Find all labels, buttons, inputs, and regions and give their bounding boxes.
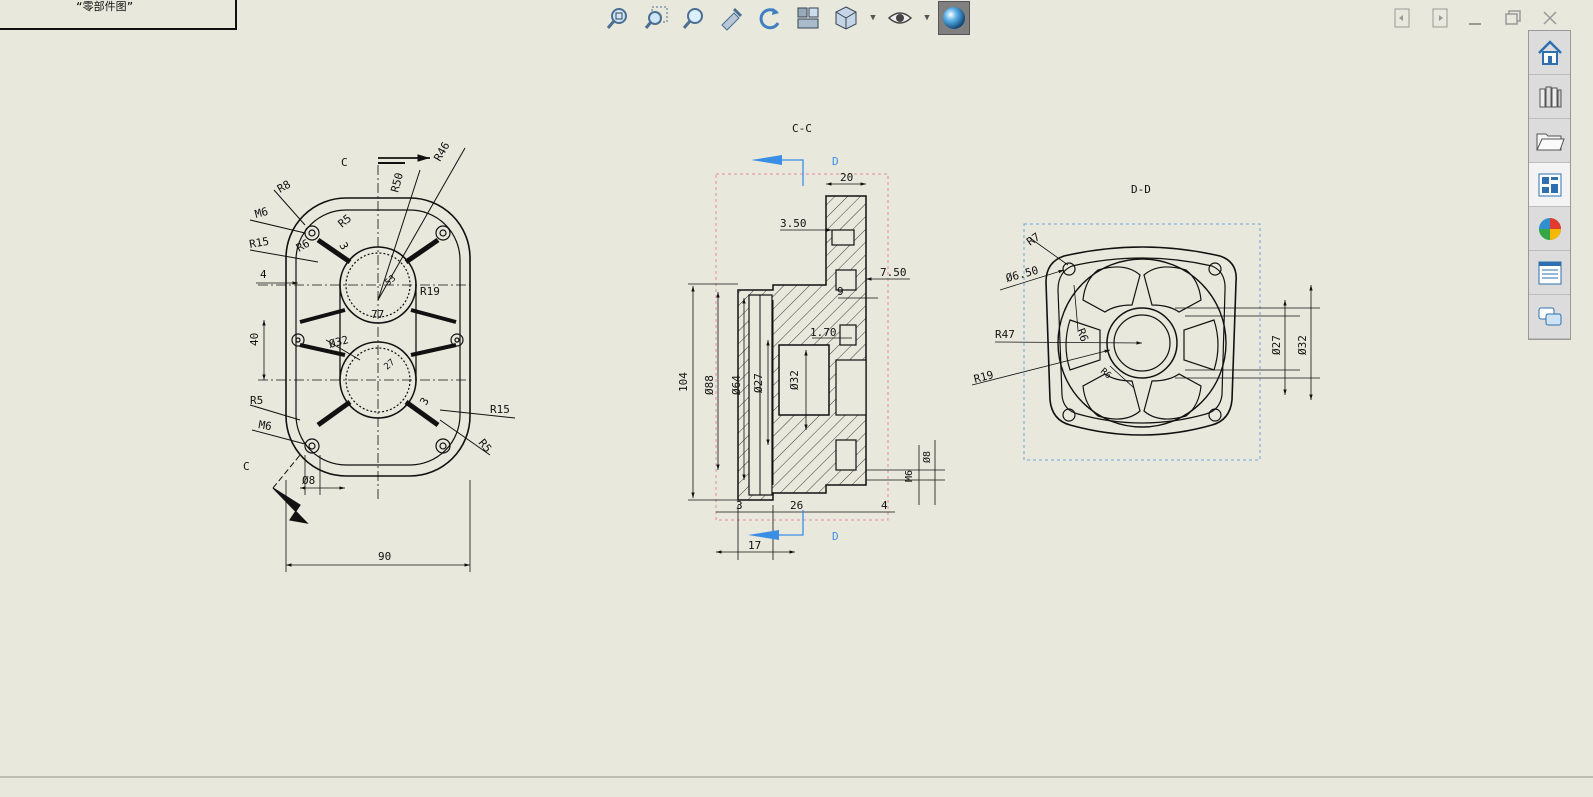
- dim-r8: R8: [275, 178, 293, 196]
- section-title-cc: C-C: [792, 122, 812, 135]
- section-view-dd-labels: D-D R7 Ø6.50 R6 R47 R19 R6 Ø27 Ø32: [972, 183, 1309, 386]
- dim-d32-dd: Ø32: [1296, 335, 1309, 355]
- dim-9: 9: [837, 285, 844, 298]
- dim-r6b-dd: R6: [1098, 367, 1113, 382]
- section-view-cc[interactable]: [688, 155, 945, 560]
- dim-d8-section: Ø8: [921, 451, 933, 463]
- dim-90: 90: [378, 550, 391, 563]
- home-icon: [1537, 39, 1562, 65]
- view-label-c: C: [341, 156, 348, 169]
- dim-d27: Ø27: [752, 373, 765, 393]
- tab-appearances[interactable]: [1529, 207, 1570, 251]
- dim-4: 4: [260, 268, 267, 281]
- dim-r5b: R5: [250, 394, 263, 407]
- dim-r5d: R5: [476, 437, 494, 456]
- dim-d88: Ø88: [703, 375, 716, 395]
- dim-3b: 3: [417, 395, 432, 407]
- close-icon: [1543, 11, 1557, 25]
- dim-4-section: 4: [881, 499, 888, 512]
- tab-forum[interactable]: [1529, 295, 1570, 339]
- dim-m6a: M6: [253, 205, 269, 221]
- tab-view-palette[interactable]: [1529, 163, 1570, 207]
- section-arrow-label-d-top: D: [832, 155, 839, 168]
- dim-r5a: R5: [336, 212, 355, 230]
- section-view-dd[interactable]: [971, 223, 1320, 461]
- dim-m6b: M6: [257, 418, 272, 433]
- dim-m6-section: M6: [904, 470, 915, 482]
- dim-1-70: 1.70: [810, 326, 837, 339]
- tab-design-library[interactable]: [1529, 75, 1570, 119]
- dim-d27-dd: Ø27: [1270, 335, 1283, 355]
- dim-77: 77: [371, 308, 384, 321]
- tab-file-explorer[interactable]: [1529, 119, 1570, 163]
- dim-r50: R50: [388, 171, 406, 194]
- dim-3a: 3: [336, 240, 351, 252]
- dim-d32-section: Ø32: [788, 370, 801, 390]
- dim-r47: R47: [995, 328, 1015, 341]
- dim-7-50: 7.50: [880, 266, 907, 279]
- view-palette-icon: [1538, 173, 1561, 196]
- front-view[interactable]: [249, 147, 516, 572]
- tab-custom-properties[interactable]: [1529, 251, 1570, 295]
- appearance-icon: [1538, 217, 1561, 240]
- dim-r7: R7: [1024, 230, 1042, 248]
- section-title-dd: D-D: [1131, 183, 1151, 196]
- status-bar-divider: [0, 776, 1593, 778]
- dim-d32: Ø32: [327, 333, 350, 351]
- folder-icon: [1535, 133, 1565, 150]
- dim-17: 17: [748, 539, 761, 552]
- task-pane: [1528, 30, 1571, 340]
- dim-r15b: R15: [490, 403, 510, 416]
- dim-r6-dd: R6: [1074, 327, 1091, 344]
- drawing-sheet[interactable]: C C R46 R50 R8 R5 M6 R6 R15 3 4 53 R19 7…: [0, 0, 1520, 797]
- section-arrow-label-d-bottom: D: [832, 530, 839, 543]
- dim-104: 104: [677, 372, 690, 392]
- dim-r15a: R15: [248, 235, 270, 251]
- dim-r19: R19: [420, 285, 440, 298]
- dim-d64: Ø64: [730, 375, 743, 395]
- section-arrow-label-c: C: [243, 460, 250, 473]
- dim-26: 26: [790, 499, 803, 512]
- close-button[interactable]: [1538, 6, 1562, 30]
- forum-icon: [1538, 307, 1561, 325]
- dim-27: 27: [383, 358, 398, 373]
- properties-icon: [1538, 261, 1561, 284]
- dim-20: 20: [840, 171, 853, 184]
- tab-resources[interactable]: [1529, 31, 1570, 75]
- dim-d6-50: Ø6.50: [1004, 264, 1039, 285]
- dim-r19-dd: R19: [972, 368, 995, 386]
- dim-3-50: 3.50: [780, 217, 807, 230]
- library-icon: [1539, 86, 1561, 107]
- dim-r46: R46: [431, 140, 452, 164]
- dim-d8: Ø8: [302, 474, 315, 487]
- dim-3: 3: [736, 499, 743, 512]
- dim-40: 40: [248, 333, 261, 346]
